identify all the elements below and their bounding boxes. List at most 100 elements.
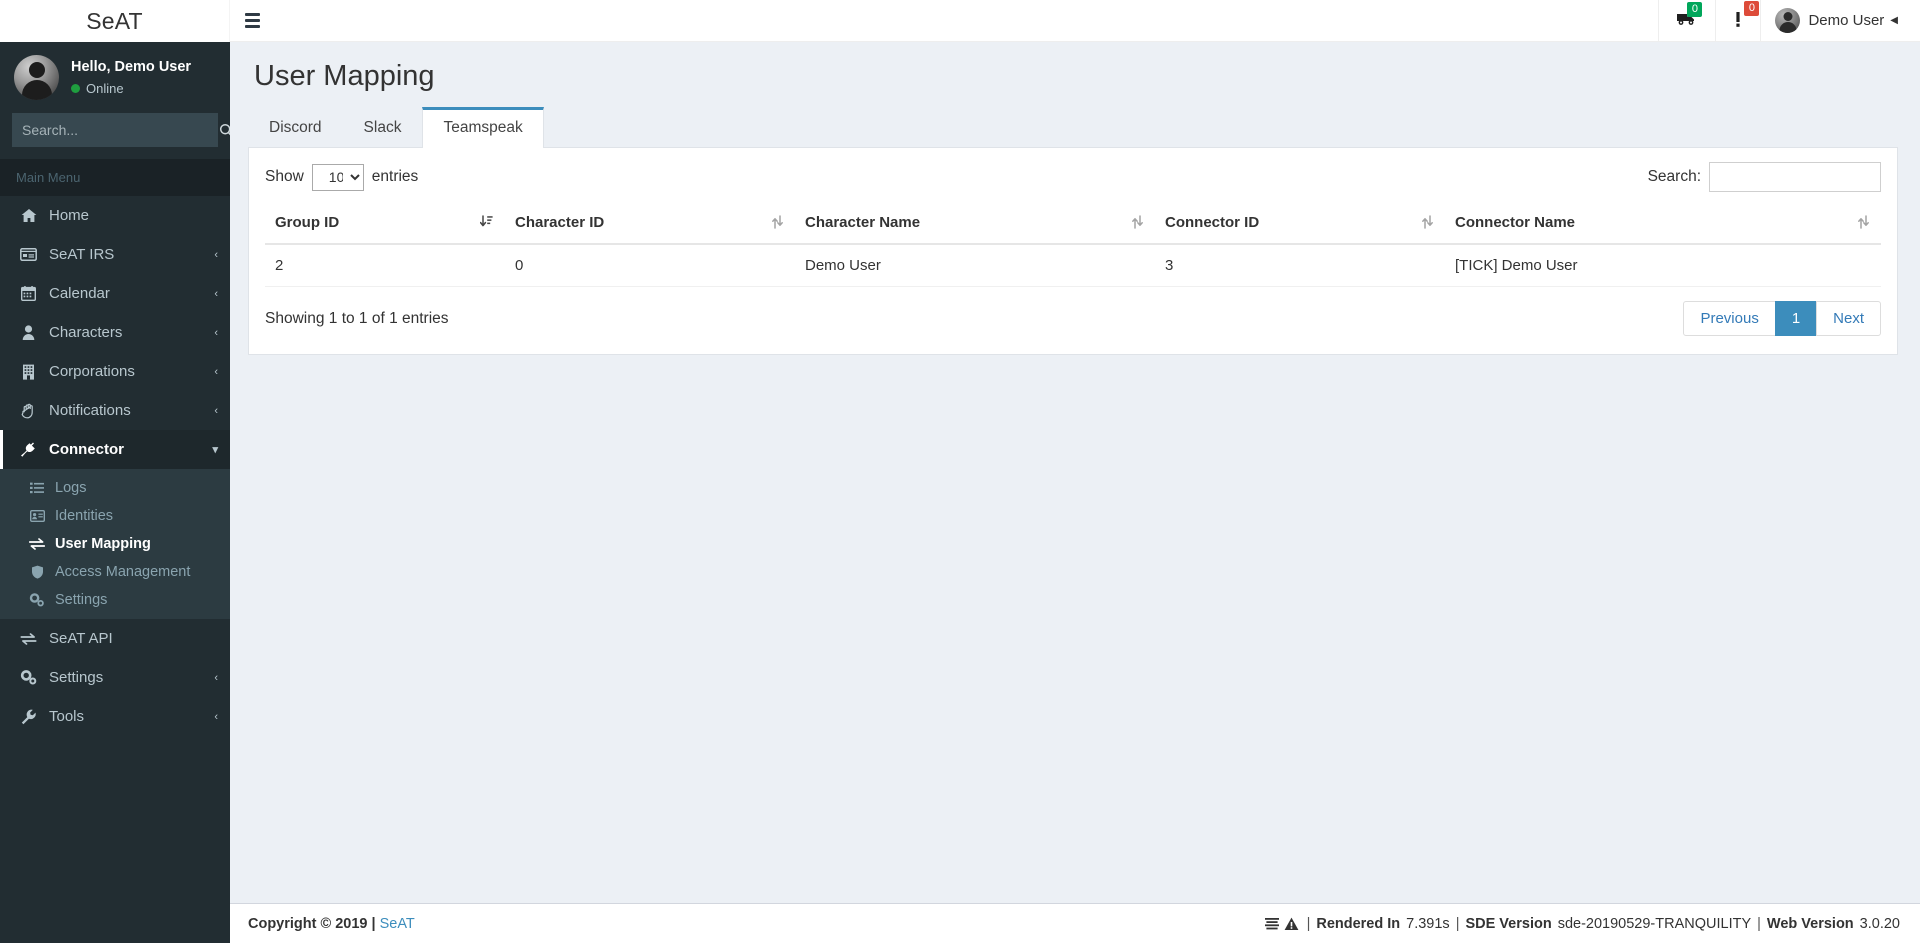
sidebar-item-tools[interactable]: Tools ‹: [0, 697, 230, 736]
table-search-input[interactable]: [1709, 162, 1881, 192]
sidebar-item-settings[interactable]: Settings ‹: [0, 658, 230, 697]
tab-discord[interactable]: Discord: [248, 107, 343, 148]
sidebar-link-characters[interactable]: Characters ‹: [0, 313, 230, 352]
user-icon: [19, 325, 38, 340]
sidebar-item-calendar[interactable]: Calendar ‹: [0, 274, 230, 313]
sidebar-menu: Home SeAT IRS ‹ Calendar ‹ Characters ‹ …: [0, 196, 230, 736]
footer-web-label: Web Version: [1766, 915, 1854, 932]
sort-both-icon: [1858, 215, 1869, 233]
footer-sep-2: |: [1455, 915, 1460, 932]
sidebar-item-logs[interactable]: Logs: [0, 474, 230, 502]
search-button[interactable]: [213, 113, 230, 147]
content-column: User Mapping Discord Slack Teamspeak Sho…: [230, 42, 1920, 943]
column-label: Character Name: [805, 214, 921, 231]
sidebar-item-label: Characters: [49, 324, 123, 341]
sidebar-link-calendar[interactable]: Calendar ‹: [0, 274, 230, 313]
sort-both-icon: [1132, 215, 1143, 233]
datatable-footer: Showing 1 to 1 of 1 entries Previous 1 N…: [265, 301, 1881, 336]
bars-icon-line: [245, 19, 260, 22]
id-badge-icon: [28, 510, 46, 522]
pagination: Previous 1 Next: [1683, 301, 1881, 336]
sort-both-icon: [1422, 215, 1433, 233]
column-label: Group ID: [275, 214, 340, 231]
sidebar-item-corporations[interactable]: Corporations ‹: [0, 352, 230, 391]
sidebar-link-user-mapping[interactable]: User Mapping: [0, 530, 230, 558]
column-header-connector-name[interactable]: Connector Name: [1445, 206, 1881, 245]
sidebar-link-access-management[interactable]: Access Management: [0, 558, 230, 586]
table-row[interactable]: 2 0 Demo User 3 [TICK] Demo User: [265, 244, 1881, 287]
navbar-queue-button[interactable]: 0: [1658, 0, 1715, 41]
column-label: Connector ID: [1165, 214, 1260, 231]
avatar: [1775, 8, 1801, 33]
sidebar-link-notifications[interactable]: Notifications ‹: [0, 391, 230, 430]
chevron-left-icon: ‹: [214, 326, 218, 339]
sidebar-link-identities[interactable]: Identities: [0, 502, 230, 530]
sidebar-link-corporations[interactable]: Corporations ‹: [0, 352, 230, 391]
user-mapping-table: Group ID Character ID Character Name Con…: [265, 206, 1881, 287]
brand-logo[interactable]: SeAT: [0, 0, 230, 42]
pagination-page-1-button[interactable]: 1: [1774, 301, 1818, 336]
navbar-alerts-button[interactable]: 0: [1715, 0, 1760, 41]
pagination-next-button[interactable]: Next: [1816, 301, 1881, 336]
navbar: 0 0 Demo User ◀: [230, 0, 1920, 42]
footer-sep-3: |: [1757, 915, 1761, 932]
table-info: Showing 1 to 1 of 1 entries: [265, 309, 449, 327]
sidebar-item-seat-api[interactable]: SeAT API: [0, 619, 230, 658]
sidebar-link-connector-settings[interactable]: Settings: [0, 586, 230, 614]
sidebar-link-home[interactable]: Home: [0, 196, 230, 235]
cell-character-id: 0: [505, 244, 795, 287]
brand-logo-text: SeAT: [86, 7, 143, 34]
sidebar-link-tools[interactable]: Tools ‹: [0, 697, 230, 736]
sidebar-item-label: Notifications: [49, 402, 131, 419]
sidebar-link-settings[interactable]: Settings ‹: [0, 658, 230, 697]
pagination-previous-button[interactable]: Previous: [1683, 301, 1776, 336]
sidebar-item-label: SeAT API: [49, 630, 113, 647]
sidebar-avatar: [14, 55, 59, 100]
cell-character-name: Demo User: [795, 244, 1155, 287]
footer-copyright: Copyright © 2019: [248, 915, 368, 932]
search-input[interactable]: [12, 122, 213, 138]
sidebar-link-connector[interactable]: Connector ▾: [0, 430, 230, 469]
sidebar-item-user-mapping[interactable]: User Mapping: [0, 530, 230, 558]
list-icon: [28, 482, 46, 494]
bars-icon-line: [245, 25, 260, 28]
sidebar-item-notifications[interactable]: Notifications ‹: [0, 391, 230, 430]
column-header-group-id[interactable]: Group ID: [265, 206, 505, 245]
tab-slack[interactable]: Slack: [343, 107, 423, 148]
column-header-character-name[interactable]: Character Name: [795, 206, 1155, 245]
sidebar-item-seat-irs[interactable]: SeAT IRS ‹: [0, 235, 230, 274]
footer-rendered-value: 7.391s: [1406, 915, 1450, 932]
sidebar-item-characters[interactable]: Characters ‹: [0, 313, 230, 352]
sidebar-item-identities[interactable]: Identities: [0, 502, 230, 530]
user-menu-button[interactable]: Demo User ◀: [1760, 0, 1920, 41]
tab-teamspeak[interactable]: Teamspeak: [422, 107, 544, 148]
sidebar-item-home[interactable]: Home: [0, 196, 230, 235]
column-header-character-id[interactable]: Character ID: [505, 206, 795, 245]
footer-brand-link[interactable]: SeAT: [380, 916, 415, 932]
sidebar-item-connector[interactable]: Connector ▾ Logs Identities User Mapping…: [0, 430, 230, 619]
entries-per-page-select[interactable]: 10 25 50 100: [311, 163, 364, 191]
sidebar-item-connector-settings[interactable]: Settings: [0, 586, 230, 614]
sidebar-link-logs[interactable]: Logs: [0, 474, 230, 502]
cell-connector-id: 3: [1155, 244, 1445, 287]
sidebar: Hello, Demo User Online Search... Main M…: [0, 42, 230, 943]
sidebar-toggle-button[interactable]: [230, 0, 275, 41]
truck-icon-wrap: 0: [1677, 2, 1703, 30]
app-root: SeAT 0 0 Demo User ◀ Hello, Demo User On…: [0, 0, 1920, 943]
sidebar-item-label: Connector: [49, 441, 124, 458]
sidebar-subitem-label: User Mapping: [55, 536, 151, 552]
server-icon: [1264, 917, 1279, 929]
sidebar-item-label: SeAT IRS: [49, 246, 115, 263]
column-header-connector-id[interactable]: Connector ID: [1155, 206, 1445, 245]
shield-icon: [28, 565, 46, 579]
sidebar-link-seat-api[interactable]: SeAT API: [0, 619, 230, 658]
chevron-left-icon: ‹: [214, 671, 218, 684]
sort-desc-icon: [479, 215, 493, 233]
wrench-icon: [19, 709, 38, 725]
bell-icon: [19, 403, 38, 419]
sidebar-link-seat-irs[interactable]: SeAT IRS ‹: [0, 235, 230, 274]
sidebar-item-access-management[interactable]: Access Management: [0, 558, 230, 586]
body-wrapper: Hello, Demo User Online Search... Main M…: [0, 42, 1920, 943]
sidebar-search-box: [12, 113, 230, 147]
show-label: Show: [265, 168, 304, 185]
